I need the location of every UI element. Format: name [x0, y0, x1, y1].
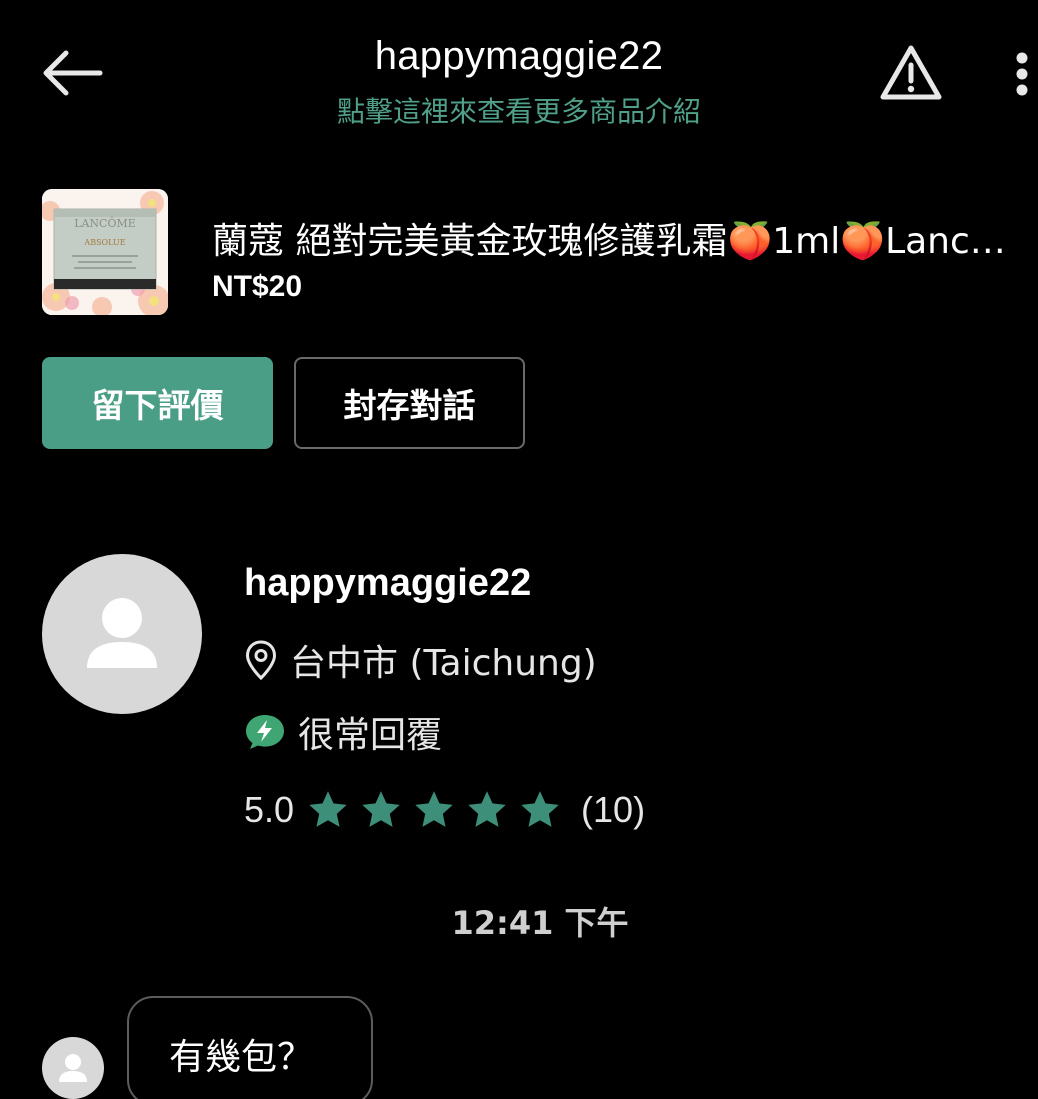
product-thumbnail[interactable]: LANCÔME ABSOLUE [42, 189, 168, 315]
review-count: (10) [581, 789, 646, 830]
seller-name[interactable]: happymaggie22 [244, 562, 531, 605]
archive-chat-button[interactable]: 封存對話 [294, 357, 525, 449]
report-button[interactable] [878, 42, 944, 104]
avatar[interactable] [42, 554, 202, 714]
star-icon [309, 791, 347, 827]
lightning-bubble-icon [246, 715, 284, 749]
message-avatar[interactable] [42, 1037, 104, 1099]
rating-stars [306, 788, 571, 832]
response-text: 很常回覆 [298, 715, 443, 756]
star-icon [468, 791, 506, 827]
user-icon [59, 1054, 87, 1082]
star-icon [362, 791, 400, 827]
seller-response-rate: 很常回覆 [244, 706, 442, 758]
message-bubble[interactable]: 有幾包？ [127, 996, 373, 1099]
leave-review-button[interactable]: 留下評價 [42, 357, 273, 449]
thumb-line-text: ABSOLUE [83, 238, 125, 247]
more-options-button[interactable] [1004, 48, 1038, 100]
thumb-brand-text: LANCÔME [74, 216, 136, 230]
product-title[interactable]: 蘭蔻 絕對完美黃金玫瑰修護乳霜🍑1ml🍑Lancome [212, 212, 1024, 264]
seller-rating[interactable]: 5.0 (10) [244, 784, 645, 836]
product-price: NT$20 [212, 270, 303, 303]
message-timestamp: 12:41 下午 [451, 904, 629, 942]
more-vertical-icon [1016, 52, 1028, 96]
location-pin-icon [245, 640, 277, 681]
user-icon [87, 598, 157, 668]
star-icon [415, 791, 453, 827]
seller-location: 台中市 (Taichung) [244, 634, 597, 686]
star-icon [521, 791, 559, 827]
rating-value: 5.0 [244, 789, 295, 830]
warning-triangle-icon [880, 45, 942, 100]
chat-screen: happymaggie22 點擊這裡來查看更多商品介紹 LANCÔME ABSO… [0, 0, 1038, 1099]
location-text: 台中市 (Taichung) [290, 643, 597, 684]
